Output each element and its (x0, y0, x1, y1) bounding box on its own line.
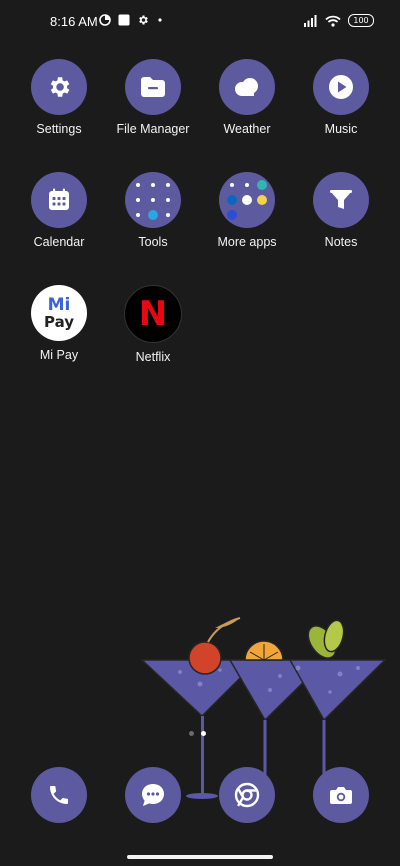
phone-icon (31, 767, 87, 823)
app-settings[interactable]: Settings (12, 59, 106, 136)
netflix-logo-letter: N (138, 294, 168, 334)
app-label: Netflix (135, 350, 171, 364)
app-label: Calendar (33, 235, 85, 249)
app-calendar[interactable]: Calendar (12, 172, 106, 249)
page-dot-active (201, 731, 206, 736)
app-label: More apps (217, 235, 277, 249)
dot-icon (158, 18, 162, 22)
dock-messages[interactable] (106, 767, 200, 823)
wifi-icon (325, 15, 341, 27)
play-icon (313, 59, 369, 115)
dock-camera[interactable] (294, 767, 388, 823)
app-label: Settings (36, 122, 82, 136)
app-weather[interactable]: Weather (200, 59, 294, 136)
data-saver-icon (99, 14, 111, 26)
app-label: Mi Pay (39, 348, 79, 362)
cloud-icon (219, 59, 275, 115)
status-time: 8:16 AM (50, 14, 98, 29)
message-icon (125, 767, 181, 823)
notification-box-icon (118, 14, 130, 26)
app-label: File Manager (116, 122, 190, 136)
folder-grid-icon (219, 172, 275, 228)
home-indicator[interactable] (127, 855, 273, 859)
folder-grid-icon (125, 172, 181, 228)
folder-icon (125, 59, 181, 115)
gear-icon (139, 15, 148, 25)
dock-phone[interactable] (12, 767, 106, 823)
app-notes[interactable]: Notes (294, 172, 388, 249)
page-indicator (189, 731, 206, 736)
app-file-manager[interactable]: File Manager (106, 59, 200, 136)
page-dot (189, 731, 194, 736)
app-music[interactable]: Music (294, 59, 388, 136)
camera-icon (313, 767, 369, 823)
app-mi-pay[interactable]: Mi Pay Mi Pay (12, 285, 106, 362)
signal-icon (304, 14, 317, 27)
notes-icon (313, 172, 369, 228)
battery-icon: 100 (348, 14, 374, 27)
app-label: Tools (138, 235, 168, 249)
dock-chrome[interactable] (200, 767, 294, 823)
app-label: Music (324, 122, 358, 136)
app-netflix[interactable]: N Netflix (106, 285, 200, 364)
gear-icon (31, 59, 87, 115)
app-label: Notes (324, 235, 358, 249)
mipay-logo-pay: Pay (43, 312, 75, 331)
mipay-logo: Mi Pay (31, 285, 87, 341)
mipay-logo-mi: Mi (47, 294, 71, 315)
chrome-icon (219, 767, 275, 823)
calendar-icon (31, 172, 87, 228)
dock (0, 767, 400, 827)
netflix-logo: N (124, 285, 182, 343)
folder-tools[interactable]: Tools (106, 172, 200, 249)
status-bar: 8:16 AM 100 (0, 0, 400, 44)
app-label: Weather (223, 122, 271, 136)
folder-more-apps[interactable]: More apps (200, 172, 294, 249)
